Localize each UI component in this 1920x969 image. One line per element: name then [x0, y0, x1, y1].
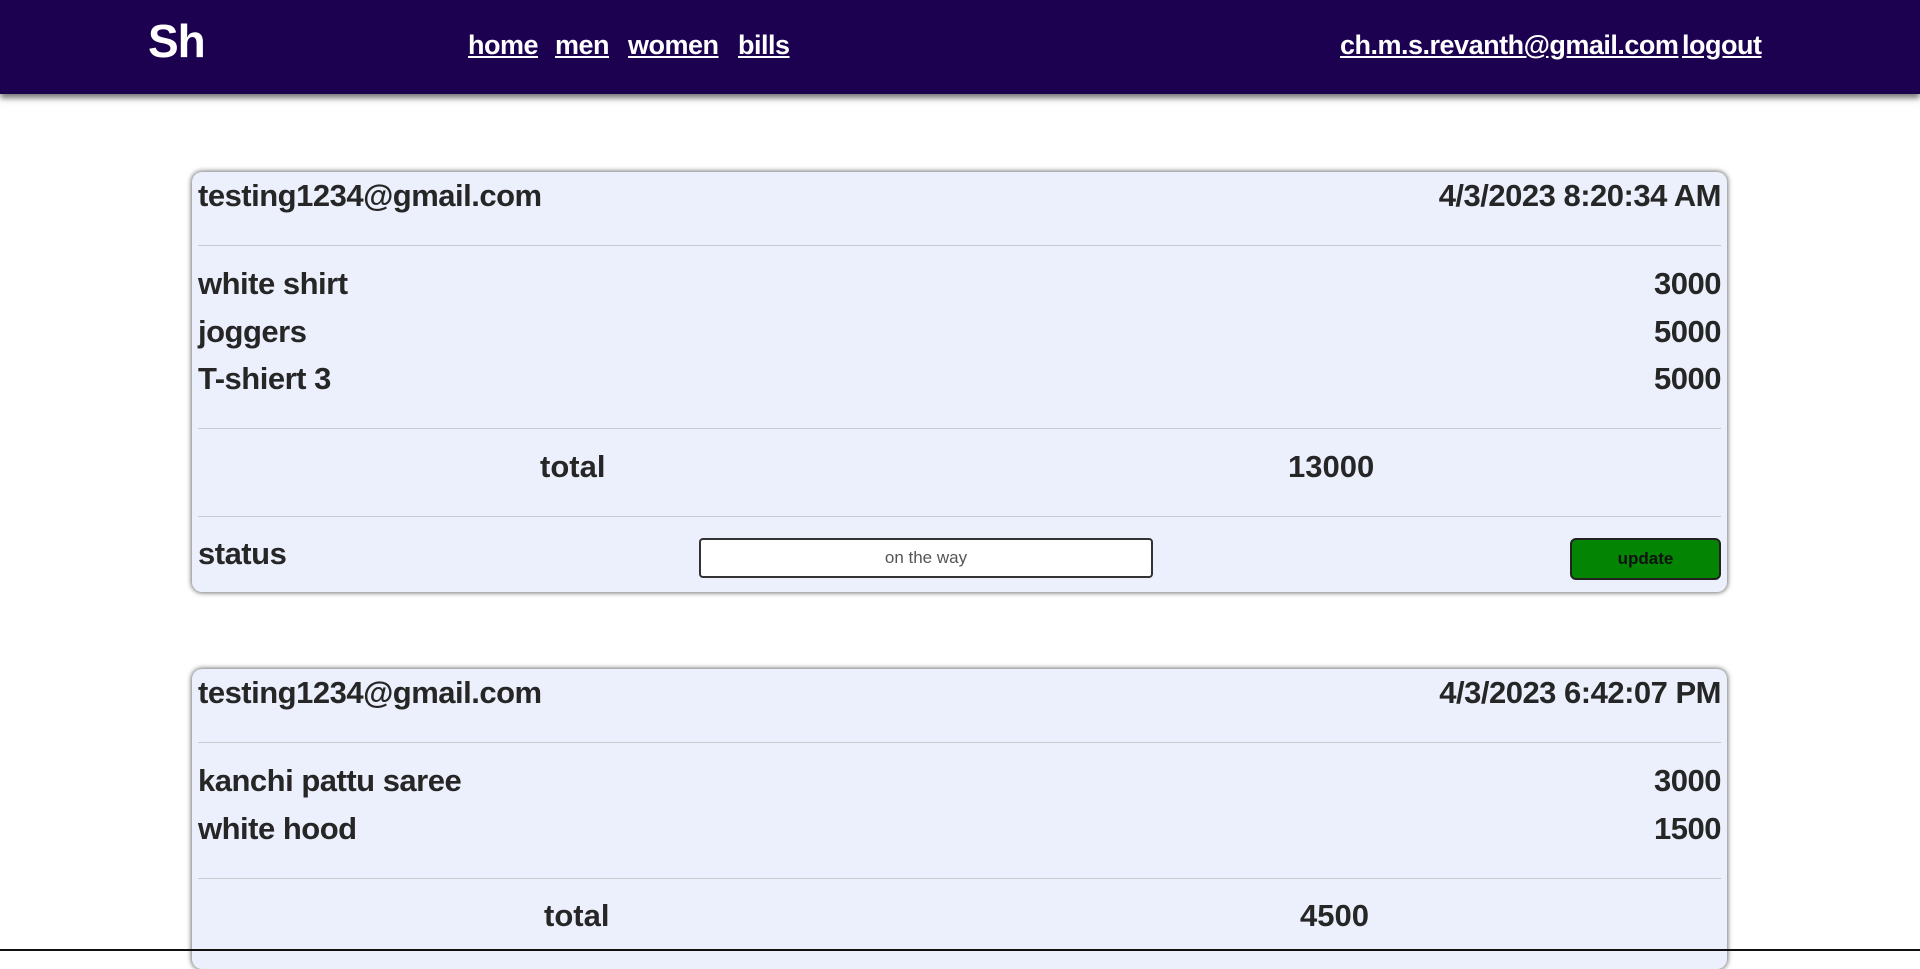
bill-datetime: 4/3/2023 6:42:07 PM: [1439, 675, 1721, 710]
status-label: status: [198, 536, 287, 571]
divider: [198, 742, 1721, 743]
nav-link-bills[interactable]: bills: [738, 30, 790, 61]
item-price: 1500: [1654, 811, 1721, 846]
item-name: T-shiert 3: [198, 361, 331, 396]
bill-header: testing1234@gmail.com 4/3/2023 6:42:07 P…: [198, 675, 1721, 715]
top-navbar: Sh home men women bills ch.m.s.revanth@g…: [0, 0, 1920, 94]
nav-link-home[interactable]: home: [468, 30, 539, 61]
customer-email: testing1234@gmail.com: [198, 178, 542, 213]
total-label: total: [540, 449, 606, 484]
item-price: 5000: [1654, 361, 1721, 396]
total-value: 13000: [1288, 449, 1375, 484]
nav-link-women[interactable]: women: [628, 30, 719, 61]
total-label: total: [544, 898, 610, 933]
item-price: 3000: [1654, 763, 1721, 798]
status-row: status: [198, 536, 398, 576]
item-price: 3000: [1654, 266, 1721, 301]
item-name: kanchi pattu saree: [198, 763, 462, 798]
bill-item-row: joggers 5000: [198, 314, 1721, 354]
brand-logo[interactable]: Sh: [148, 14, 206, 68]
logout-link[interactable]: logout: [1682, 30, 1762, 61]
item-name: joggers: [198, 314, 307, 349]
item-name: white shirt: [198, 266, 348, 301]
update-button[interactable]: update: [1570, 538, 1721, 580]
divider: [198, 428, 1721, 429]
item-name: white hood: [198, 811, 357, 846]
bill-card: testing1234@gmail.com 4/3/2023 8:20:34 A…: [192, 172, 1727, 592]
bill-item-row: T-shiert 3 5000: [198, 361, 1721, 401]
divider: [198, 878, 1721, 879]
item-price: 5000: [1654, 314, 1721, 349]
status-input[interactable]: on the way: [699, 538, 1153, 578]
bill-item-row: white shirt 3000: [198, 266, 1721, 306]
divider: [198, 516, 1721, 517]
total-value: 4500: [1300, 898, 1369, 933]
divider: [198, 245, 1721, 246]
bill-header: testing1234@gmail.com 4/3/2023 8:20:34 A…: [198, 178, 1722, 218]
bill-item-row: white hood 1500: [198, 811, 1721, 851]
bill-card: testing1234@gmail.com 4/3/2023 6:42:07 P…: [192, 669, 1727, 969]
bill-item-row: kanchi pattu saree 3000: [198, 763, 1721, 803]
customer-email: testing1234@gmail.com: [198, 675, 542, 710]
bill-datetime: 4/3/2023 8:20:34 AM: [1438, 178, 1722, 213]
nav-link-men[interactable]: men: [555, 30, 610, 61]
user-email-link[interactable]: ch.m.s.revanth@gmail.com: [1340, 30, 1679, 61]
